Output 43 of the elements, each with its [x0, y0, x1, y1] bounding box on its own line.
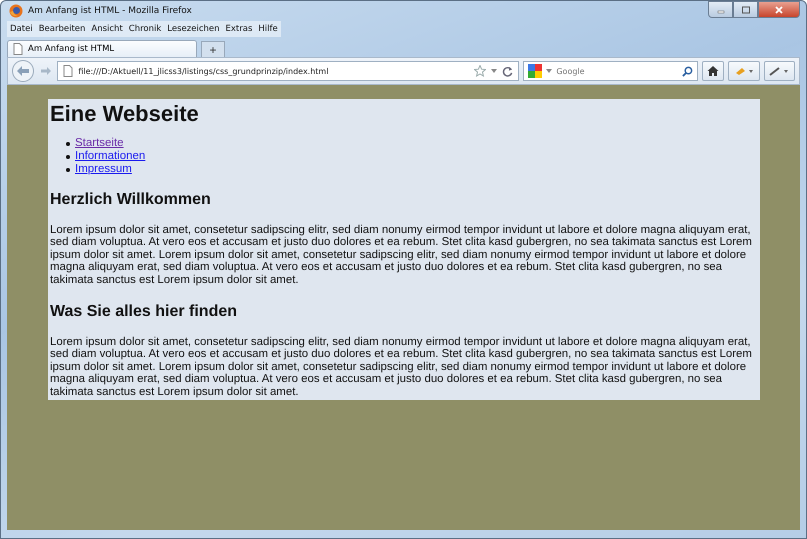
- star-icon[interactable]: [474, 65, 486, 77]
- maximize-icon: [740, 6, 750, 14]
- menu-item[interactable]: Extras: [226, 24, 252, 34]
- page-heading: Eine Webseite: [50, 100, 200, 128]
- close-icon: [774, 6, 784, 14]
- firefox-logo-icon: [9, 4, 23, 18]
- addon-icon: [734, 66, 754, 76]
- back-arrow-icon: [16, 66, 29, 76]
- search-bar[interactable]: Google: [523, 61, 698, 81]
- paragraph: Lorem ipsum dolor sit amet, consetetur sadipscing elitr, sed diam nonumy eirmod tempor invidunt ut labore et dolore magna aliquyam erat, sed diam voluptua. At vero eos et accusam et justo duo dolores et ea rebum. Stet clita kasd gubergren, no sea takimata sanctus est Lorem ipsum dolor sit amet. Lorem ipsum dolor sit amet, consetetur sadipscing elitr, sed diam nonumy eirmod tempor invidunt ut labore et dolore magna aliquyam erat, sed diam voluptua. At vero eos et accusam et justo duo dolores et ea rebum. Stet clita kasd gubergren, no sea takimata sanctus est Lorem ipsum dolor sit amet.: [50, 224, 753, 286]
- dropdown-arrow-icon[interactable]: [546, 69, 552, 73]
- close-button[interactable]: [758, 1, 800, 18]
- minimize-button[interactable]: [708, 1, 733, 18]
- dropdown-arrow-icon[interactable]: [491, 69, 498, 73]
- nav-link[interactable]: Informationen: [75, 150, 146, 163]
- menu-item[interactable]: Ansicht: [91, 24, 123, 34]
- maximize-button[interactable]: [733, 1, 758, 18]
- paragraph: Lorem ipsum dolor sit amet, consetetur sadipscing elitr, sed diam nonumy eirmod tempor invidunt ut labore et dolore magna aliquyam erat, sed diam voluptua. At vero eos et accusam et justo duo dolores et ea rebum. Stet clita kasd gubergren, no sea takimata sanctus est Lorem ipsum dolor sit amet. Lorem ipsum dolor sit amet, consetetur sadipscing elitr, sed diam nonumy eirmod tempor invidunt ut labore et dolore magna aliquyam erat, sed diam voluptua. At vero eos et accusam et justo duo dolores et ea rebum. Stet clita kasd gubergren, no sea takimata sanctus est Lorem ipsum dolor sit amet.: [50, 336, 753, 398]
- menu-item[interactable]: Chronik: [128, 24, 162, 34]
- nav-link[interactable]: Impressum: [75, 163, 132, 176]
- search-icon[interactable]: [682, 66, 694, 76]
- menu-item[interactable]: Hilfe: [258, 24, 278, 34]
- page-icon: [63, 65, 74, 77]
- addon-button[interactable]: [764, 61, 795, 81]
- new-tab-button[interactable]: +: [201, 41, 225, 57]
- search-field[interactable]: Google: [556, 66, 678, 76]
- address-bar[interactable]: file:///D:/Aktuell/11_jlicss3/listings/css_grundprinzip/index.html: [57, 61, 520, 81]
- window-title: Am Anfang ist HTML - Mozilla Firefox: [28, 6, 192, 16]
- back-button[interactable]: [12, 60, 34, 82]
- browser-tab[interactable]: Am Anfang ist HTML: [7, 40, 197, 57]
- menu-item[interactable]: Datei: [10, 24, 33, 34]
- section-heading: Herzlich Willkommen: [50, 190, 212, 210]
- page-icon: [13, 43, 23, 55]
- menu-item[interactable]: Bearbeiten: [38, 24, 86, 34]
- section-heading: Was Sie alles hier finden: [50, 302, 238, 322]
- nav-link[interactable]: Startseite: [75, 137, 124, 150]
- google-logo-icon: [528, 64, 542, 78]
- reload-icon[interactable]: [502, 66, 514, 76]
- menu-item[interactable]: Lesezeichen: [167, 24, 220, 34]
- home-button[interactable]: [702, 61, 724, 81]
- forward-arrow-icon: [40, 67, 51, 75]
- pen-icon: [769, 66, 790, 76]
- home-icon: [707, 65, 720, 77]
